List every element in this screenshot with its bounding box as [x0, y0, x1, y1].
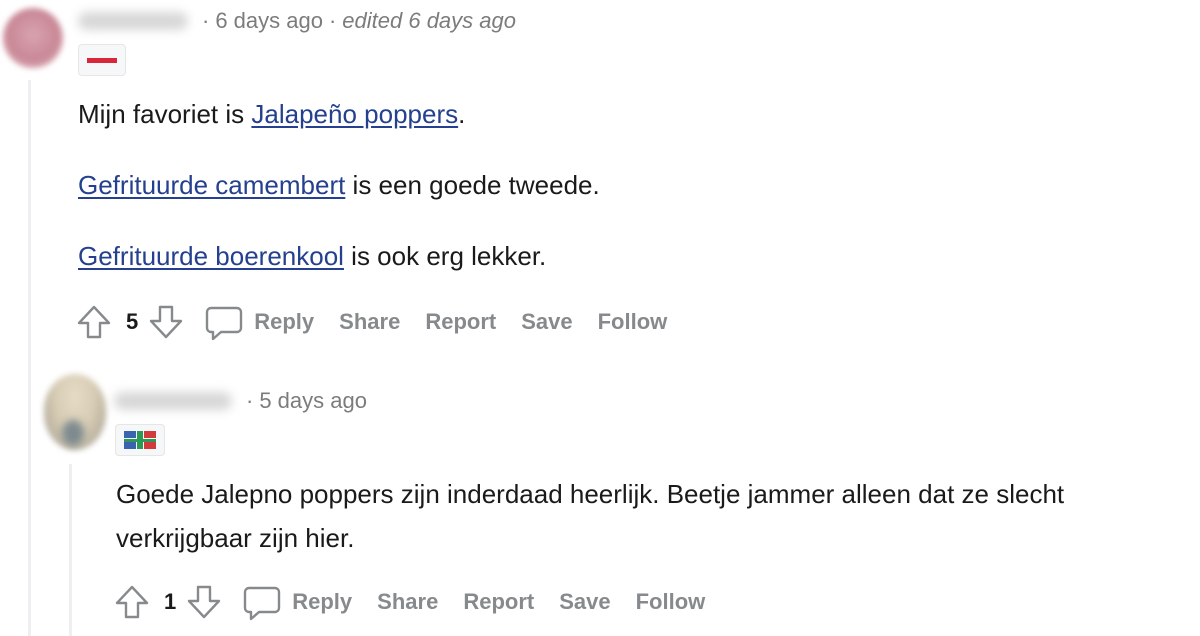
speech-bubble-icon[interactable] — [204, 302, 244, 342]
downvote-icon[interactable] — [184, 582, 224, 622]
timestamp[interactable]: 6 days ago — [215, 8, 323, 34]
comment-action-bar: 1 Reply Share Report Save Follow — [112, 580, 730, 624]
follow-button[interactable]: Follow — [636, 589, 706, 615]
flag-stripe — [87, 58, 117, 63]
comment-action-bar: 5 Reply Share Report Save Follow — [74, 300, 692, 344]
comment-header: · 6 days ago · edited 6 days ago — [78, 4, 516, 38]
share-button[interactable]: Share — [377, 589, 438, 615]
flag-pattern — [124, 431, 156, 449]
user-flair-flag — [115, 424, 165, 456]
avatar[interactable] — [3, 8, 63, 68]
timestamp[interactable]: 5 days ago — [259, 388, 367, 414]
share-button[interactable]: Share — [339, 309, 400, 335]
comment-paragraph: Mijn favoriet is Jalapeño poppers. — [78, 92, 1178, 136]
thread-line-level-2[interactable] — [69, 464, 72, 636]
comment-body: Goede Jalepno poppers zijn inderdaad hee… — [116, 472, 1196, 560]
upvote-icon[interactable] — [74, 302, 114, 342]
save-button[interactable]: Save — [521, 309, 572, 335]
link-gefrituurde-camembert[interactable]: Gefrituurde camembert — [78, 170, 345, 200]
comment-body: Mijn favoriet is Jalapeño poppers. Gefri… — [78, 92, 1178, 305]
text: Mijn favoriet is — [78, 99, 252, 129]
thread-line-level-1[interactable] — [28, 80, 31, 636]
upvote-icon[interactable] — [112, 582, 152, 622]
comment-paragraph: Gefrituurde boerenkool is ook erg lekker… — [78, 234, 1178, 278]
report-button[interactable]: Report — [463, 589, 534, 615]
text: is een goede tweede. — [345, 170, 600, 200]
reply-button[interactable]: Reply — [254, 309, 314, 335]
avatar-detail — [62, 420, 84, 446]
user-flair-flag — [78, 44, 126, 76]
separator-dot: · — [202, 8, 210, 33]
separator-dot: · — [328, 8, 337, 33]
text: is ook erg lekker. — [343, 241, 547, 271]
reply-button[interactable]: Reply — [292, 589, 352, 615]
comment-paragraph: Goede Jalepno poppers zijn inderdaad hee… — [116, 479, 1065, 553]
speech-bubble-icon[interactable] — [242, 582, 282, 622]
username-redacted[interactable] — [78, 12, 188, 30]
vote-score: 1 — [164, 589, 177, 614]
vote-score: 5 — [126, 309, 139, 334]
save-button[interactable]: Save — [559, 589, 610, 615]
downvote-icon[interactable] — [146, 302, 186, 342]
comment-thread: · 6 days ago · edited 6 days ago Mijn fa… — [0, 0, 1200, 636]
separator-dot: · — [246, 388, 254, 413]
edited-timestamp: edited 6 days ago — [342, 8, 516, 33]
follow-button[interactable]: Follow — [598, 309, 668, 335]
link-gefrituurde-boerenkool[interactable]: Gefrituurde boerenkool — [78, 241, 344, 271]
report-button[interactable]: Report — [425, 309, 496, 335]
link-jalapeno-poppers[interactable]: Jalapeño poppers — [251, 99, 458, 129]
comment-paragraph: Gefrituurde camembert is een goede tweed… — [78, 163, 1178, 207]
username-redacted[interactable] — [114, 392, 232, 410]
text: . — [458, 99, 466, 129]
comment-header: · 5 days ago — [114, 384, 367, 418]
